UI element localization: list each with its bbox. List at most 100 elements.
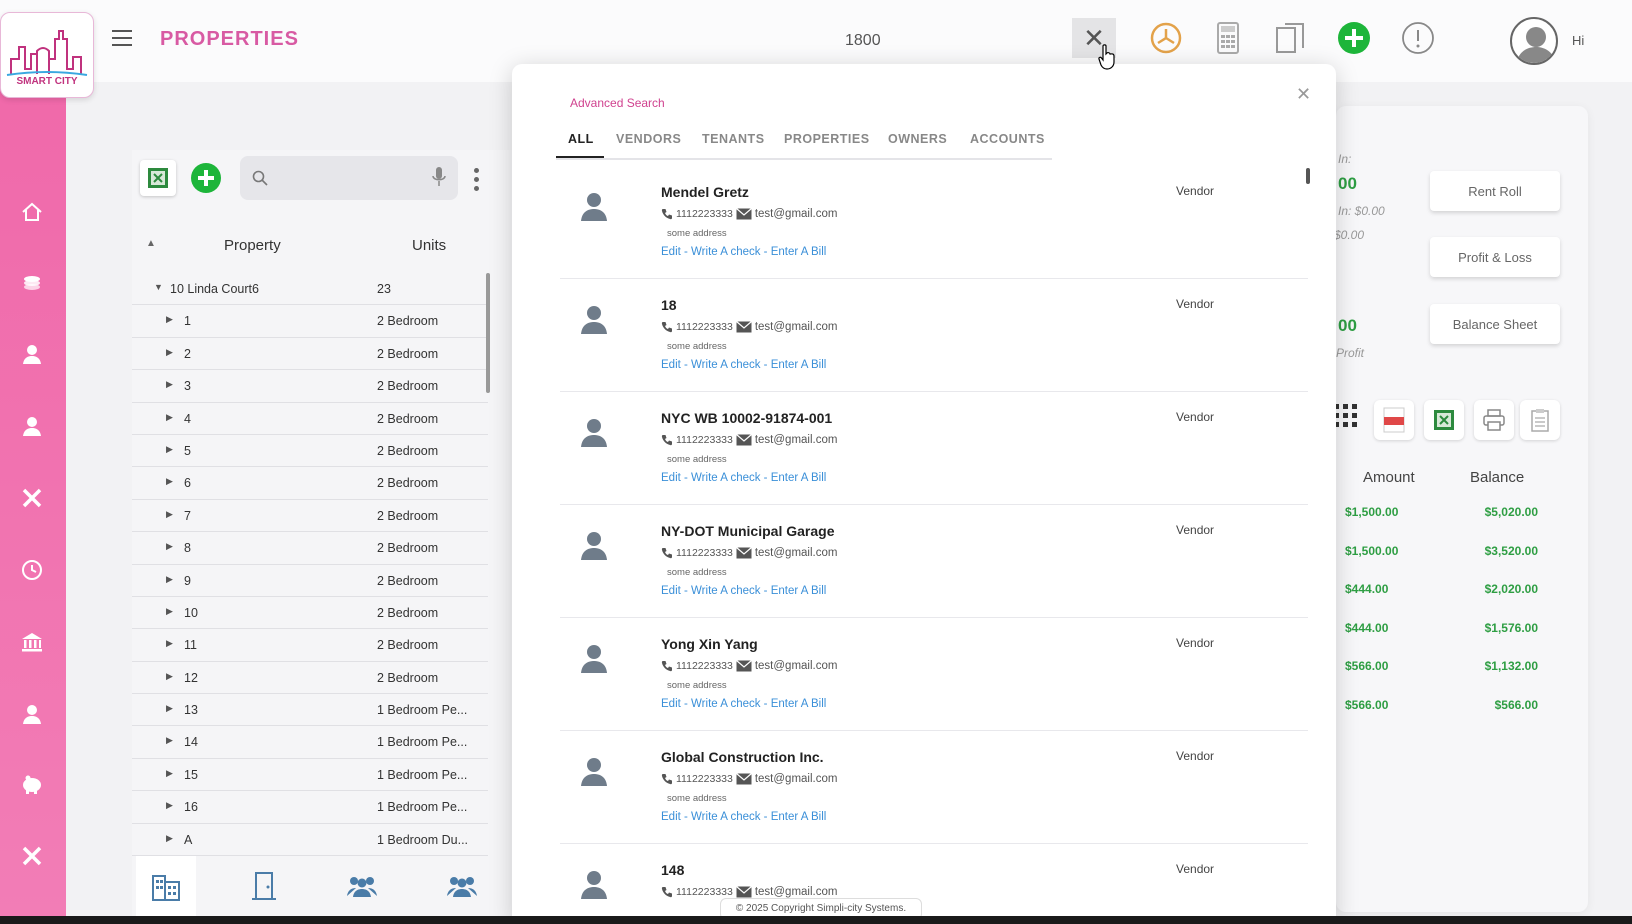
close-icon[interactable]: ✕ [1296, 84, 1311, 105]
result-name[interactable]: 18 [661, 297, 677, 313]
user-icon[interactable] [14, 408, 50, 444]
result-name[interactable]: Global Construction Inc. [661, 749, 824, 765]
print-icon[interactable] [1474, 400, 1514, 440]
expand-right-icon[interactable]: ▶ [166, 412, 173, 423]
list-item[interactable]: Yong Xin Yang Vendor 1112223333 test@gmail.… [560, 618, 1308, 731]
menu-icon[interactable] [112, 30, 132, 46]
copy-icon[interactable] [1272, 20, 1308, 56]
clipboard-icon[interactable] [1520, 400, 1560, 440]
result-name[interactable]: 148 [661, 862, 684, 878]
money-icon[interactable] [14, 264, 50, 300]
tab-buildings[interactable] [136, 856, 196, 916]
table-row[interactable]: ▶ 15 1 Bedroom Pe... [132, 759, 488, 792]
table-row[interactable]: ▶ 13 1 Bedroom Pe... [132, 694, 488, 727]
calculator-icon[interactable] [1210, 20, 1246, 56]
avatar[interactable] [1510, 17, 1558, 65]
results-scrollbar[interactable] [1306, 168, 1310, 184]
global-search-input[interactable]: 1800 [845, 32, 881, 50]
table-row[interactable]: ▶ 14 1 Bedroom Pe... [132, 726, 488, 759]
user-icon[interactable] [14, 336, 50, 372]
table-row[interactable]: ▶ 10 2 Bedroom [132, 597, 488, 630]
expand-right-icon[interactable]: ▶ [166, 314, 173, 325]
result-name[interactable]: Yong Xin Yang [661, 636, 758, 652]
add-icon[interactable] [1336, 20, 1372, 56]
balance-sheet-button[interactable]: Balance Sheet [1430, 304, 1560, 344]
bank-icon[interactable] [14, 624, 50, 660]
tab-owners[interactable] [432, 856, 492, 916]
table-row[interactable]: ▶ 2 2 Bedroom [132, 338, 488, 371]
list-item[interactable]: NY-DOT Municipal Garage Vendor 1112223333 t… [560, 505, 1308, 618]
expand-right-icon[interactable]: ▶ [166, 768, 173, 779]
result-actions[interactable]: Edit - Write A check - Enter A Bill [661, 811, 826, 823]
tab-tenants[interactable] [332, 856, 392, 916]
table-row[interactable]: ▶ 16 1 Bedroom Pe... [132, 791, 488, 824]
expand-right-icon[interactable]: ▶ [166, 800, 173, 811]
clock-icon[interactable] [14, 552, 50, 588]
table-row[interactable]: ▶ 5 2 Bedroom [132, 435, 488, 468]
expand-right-icon[interactable]: ▶ [166, 606, 173, 617]
table-row[interactable]: ▶ 7 2 Bedroom [132, 500, 488, 533]
expand-right-icon[interactable]: ▶ [166, 638, 173, 649]
result-name[interactable]: NY-DOT Municipal Garage [661, 523, 834, 539]
microphone-icon[interactable] [432, 166, 446, 188]
excel-export-button[interactable] [140, 160, 176, 196]
expand-right-icon[interactable]: ▶ [166, 671, 173, 682]
table-row[interactable]: ▶ 3 2 Bedroom [132, 370, 488, 403]
result-actions[interactable]: Edit - Write A check - Enter A Bill [661, 359, 826, 371]
expand-right-icon[interactable]: ▶ [166, 703, 173, 714]
more-options-icon[interactable] [474, 168, 480, 192]
table-row[interactable]: ▶ 8 2 Bedroom [132, 532, 488, 565]
add-property-button[interactable] [190, 162, 222, 194]
tab-tenants[interactable]: TENANTS [702, 132, 765, 146]
home-icon[interactable] [14, 194, 50, 230]
tab-vendors[interactable]: VENDORS [616, 132, 681, 146]
result-actions[interactable]: Edit - Write A check - Enter A Bill [661, 472, 826, 484]
expand-right-icon[interactable]: ▶ [166, 476, 173, 487]
expand-right-icon[interactable]: ▶ [166, 347, 173, 358]
property-parent-row[interactable]: ▼ 10 Linda Court6 23 [132, 273, 488, 306]
tools-icon[interactable] [14, 480, 50, 516]
info-icon[interactable] [1400, 20, 1436, 56]
result-name[interactable]: Mendel Gretz [661, 184, 749, 200]
sort-icon[interactable]: ▲ [146, 238, 156, 249]
table-row[interactable]: ▶ A 1 Bedroom Du... [132, 824, 488, 857]
tools-icon[interactable] [14, 838, 50, 874]
table-row[interactable]: ▶ 4 2 Bedroom [132, 403, 488, 435]
excel-icon[interactable] [1424, 400, 1464, 440]
expand-right-icon[interactable]: ▶ [166, 833, 173, 844]
grid-icon[interactable] [1334, 404, 1358, 433]
rent-roll-button[interactable]: Rent Roll [1430, 171, 1560, 211]
result-actions[interactable]: Edit - Write A check - Enter A Bill [661, 246, 826, 258]
property-search-input[interactable] [240, 156, 458, 200]
expand-right-icon[interactable]: ▶ [166, 574, 173, 585]
profit-loss-button[interactable]: Profit & Loss [1430, 237, 1560, 277]
expand-right-icon[interactable]: ▶ [166, 379, 173, 390]
table-row[interactable]: ▶ 11 2 Bedroom [132, 629, 488, 662]
tab-properties[interactable]: PROPERTIES [784, 132, 870, 146]
list-item[interactable]: 148Vendor1112223333test@gmail.comsome ad… [560, 844, 1308, 906]
smart-city-logo[interactable]: SMART CITY [0, 12, 94, 98]
header-units[interactable]: Units [412, 237, 446, 254]
expand-right-icon[interactable]: ▶ [166, 541, 173, 552]
property-list-scrollbar[interactable] [486, 273, 490, 393]
tab-accounts[interactable]: ACCOUNTS [970, 132, 1045, 146]
result-name[interactable]: NYC WB 10002-91874-001 [661, 410, 832, 426]
expand-right-icon[interactable]: ▶ [166, 735, 173, 746]
list-item[interactable]: Mendel Gretz Vendor 1112223333 test@gmail.c… [560, 166, 1308, 279]
clock-icon[interactable] [1148, 20, 1184, 56]
tab-units[interactable] [234, 856, 294, 916]
expand-right-icon[interactable]: ▶ [166, 444, 173, 455]
tab-all[interactable]: ALL [568, 132, 594, 146]
table-row[interactable]: ▶ 12 2 Bedroom [132, 662, 488, 695]
pdf-icon[interactable] [1374, 400, 1414, 440]
expand-right-icon[interactable]: ▶ [166, 509, 173, 520]
user-icon[interactable] [14, 696, 50, 732]
table-row[interactable]: ▶ 6 2 Bedroom [132, 467, 488, 500]
table-row[interactable]: ▶ 1 2 Bedroom [132, 305, 488, 338]
result-actions[interactable]: Edit - Write A check - Enter A Bill [661, 698, 826, 710]
piggy-bank-icon[interactable] [14, 766, 50, 802]
list-item[interactable]: 18 Vendor 1112223333 test@gmail.com some add… [560, 279, 1308, 392]
result-actions[interactable]: Edit - Write A check - Enter A Bill [661, 585, 826, 597]
list-item[interactable]: NYC WB 10002-91874-001 Vendor 1112223333 te… [560, 392, 1308, 505]
table-row[interactable]: ▶ 9 2 Bedroom [132, 565, 488, 597]
